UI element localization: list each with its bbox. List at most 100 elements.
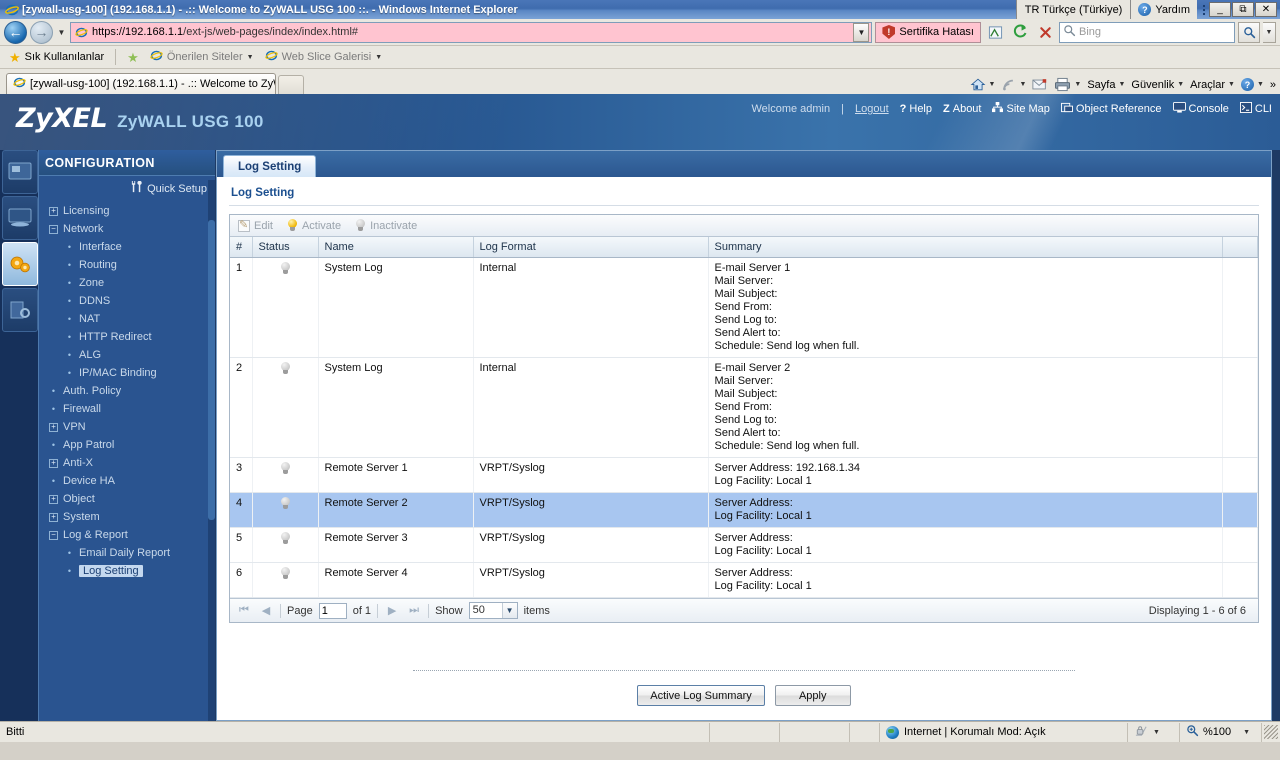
topnav-about[interactable]: Z About <box>943 103 981 115</box>
compatibility-view-icon[interactable] <box>984 22 1006 43</box>
topnav-help[interactable]: ? Help <box>900 103 932 115</box>
topnav-cli[interactable]: CLI <box>1239 102 1272 116</box>
help-menu-button[interactable]: ? ▼ <box>1240 78 1264 91</box>
cell-status[interactable] <box>252 357 319 458</box>
search-go-button[interactable] <box>1238 21 1260 43</box>
bullet-icon[interactable]: • <box>49 440 58 450</box>
bullet-icon[interactable]: • <box>65 242 74 252</box>
menu-guvenlik[interactable]: Güvenlik ▼ <box>1131 79 1184 91</box>
expand-plus-icon[interactable]: + <box>49 422 58 432</box>
recent-pages-dropdown-icon[interactable]: ▼ <box>56 28 67 37</box>
bullet-icon[interactable]: • <box>65 332 74 342</box>
sidebar-item-app-patrol[interactable]: • App Patrol <box>39 436 215 454</box>
minimize-button[interactable]: _ <box>1209 2 1231 17</box>
resize-grip[interactable] <box>1264 725 1278 739</box>
page-number-input[interactable]: 1 <box>318 602 347 619</box>
home-button[interactable]: ▼ <box>970 77 995 92</box>
zoom-cell[interactable]: %100 ▼ <box>1180 722 1262 742</box>
expand-plus-icon[interactable]: + <box>49 512 58 522</box>
last-page-button[interactable]: ⏭ <box>406 604 422 617</box>
language-indicator[interactable]: TR Türkçe (Türkiye) <box>1015 0 1131 19</box>
column-header-log-format[interactable]: Log Format <box>473 237 709 258</box>
search-input[interactable]: Bing <box>1059 21 1235 43</box>
sidebar-item-device-ha[interactable]: • Device HA <box>39 472 215 490</box>
bullet-icon[interactable]: • <box>49 404 58 414</box>
sidebar-item-licensing[interactable]: + Licensing <box>39 202 215 220</box>
back-button[interactable]: ← <box>4 20 27 44</box>
rail-monitor-button[interactable] <box>2 196 38 240</box>
mail-button[interactable] <box>1032 78 1048 91</box>
url-dropdown-icon[interactable]: ▼ <box>853 22 870 42</box>
menu-araclar[interactable]: Araçlar ▼ <box>1190 79 1235 91</box>
bullet-icon[interactable]: • <box>65 296 74 306</box>
help-button[interactable]: ? Yardım <box>1130 0 1197 19</box>
sidebar-item-http-redirect[interactable]: • HTTP Redirect <box>39 328 215 346</box>
protected-mode-cell[interactable]: ▼ <box>1128 722 1180 742</box>
inactivate-button[interactable]: Inactivate <box>355 219 417 232</box>
expand-plus-icon[interactable]: + <box>49 458 58 468</box>
sidebar-item-zone[interactable]: • Zone <box>39 274 215 292</box>
quick-setup-button[interactable]: Quick Setup <box>39 176 215 202</box>
sidebar-item-object[interactable]: + Object <box>39 490 215 508</box>
new-tab-button[interactable] <box>278 75 304 94</box>
sidebar-item-network[interactable]: − Network <box>39 220 215 238</box>
sidebar-scrollbar[interactable] <box>208 180 215 721</box>
sidebar-item-auth-policy[interactable]: • Auth. Policy <box>39 382 215 400</box>
sidebar-item-firewall[interactable]: • Firewall <box>39 400 215 418</box>
bullet-icon[interactable]: • <box>65 566 74 576</box>
column-header-num[interactable]: # <box>230 237 253 258</box>
sidebar-item-vpn[interactable]: + VPN <box>39 418 215 436</box>
sidebar-item-ip-mac-binding[interactable]: • IP/MAC Binding <box>39 364 215 382</box>
sidebar-item-log-report[interactable]: − Log & Report <box>39 526 215 544</box>
table-row[interactable]: 2 System Log Internal E-mail Server 2 Mail S… <box>230 357 1258 458</box>
next-page-button[interactable]: ▶ <box>384 604 400 617</box>
topnav-site-map[interactable]: Site Map <box>992 102 1050 116</box>
sidebar-item-interface[interactable]: • Interface <box>39 238 215 256</box>
bullet-icon[interactable]: • <box>65 278 74 288</box>
refresh-icon[interactable] <box>1009 22 1031 43</box>
cell-status[interactable] <box>252 527 319 563</box>
expand-plus-icon[interactable]: + <box>49 206 58 216</box>
bullet-icon[interactable]: • <box>65 350 74 360</box>
search-provider-dropdown-icon[interactable]: ▼ <box>1263 21 1276 43</box>
feeds-button[interactable]: ▼ <box>1001 78 1026 92</box>
sidebar-item-anti-x[interactable]: + Anti-X <box>39 454 215 472</box>
activate-button[interactable]: Activate <box>287 219 341 232</box>
sidebar-item-email-daily-report[interactable]: • Email Daily Report <box>39 544 215 562</box>
topnav-object-reference[interactable]: Object Reference <box>1060 102 1162 116</box>
topnav-console[interactable]: Console <box>1172 102 1229 116</box>
sidebar-item-system[interactable]: + System <box>39 508 215 526</box>
url-bar[interactable]: https://192.168.1.1/ext-js/web-pages/ind… <box>70 21 873 43</box>
add-to-favorites-button[interactable]: ★ <box>124 50 142 65</box>
table-row[interactable]: 4 Remote Server 2 VRPT/Syslog Server Addres… <box>230 492 1258 528</box>
bullet-icon[interactable]: • <box>65 368 74 378</box>
apply-button[interactable]: Apply <box>774 685 851 706</box>
column-header-name[interactable]: Name <box>318 237 474 258</box>
page-size-select[interactable]: 50 ▼ <box>468 602 518 619</box>
first-page-button[interactable]: ⏮ <box>236 604 252 617</box>
collapse-minus-icon[interactable]: − <box>49 530 58 540</box>
close-button[interactable]: ✕ <box>1255 2 1277 17</box>
cell-status[interactable] <box>252 257 319 358</box>
table-row[interactable]: 3 Remote Server 1 VRPT/Syslog Server Addres… <box>230 457 1258 493</box>
suggested-sites-button[interactable]: Önerilen Siteler ▼ <box>147 48 257 66</box>
rail-configuration-button[interactable] <box>2 242 38 286</box>
forward-button[interactable]: → <box>30 20 53 44</box>
restore-button[interactable]: ⧉ <box>1232 2 1254 17</box>
cell-status[interactable] <box>252 562 319 598</box>
tab-log-setting[interactable]: Log Setting <box>223 155 317 177</box>
cell-status[interactable] <box>252 457 319 493</box>
stop-icon[interactable] <box>1034 22 1056 43</box>
certificate-error-badge[interactable]: ! Sertifika Hatası <box>875 21 981 43</box>
sidebar-scrollbar-thumb[interactable] <box>208 220 215 520</box>
bullet-icon[interactable]: • <box>65 260 74 270</box>
table-row[interactable]: 5 Remote Server 3 VRPT/Syslog Server Addres… <box>230 527 1258 563</box>
sidebar-item-log-setting[interactable]: • Log Setting <box>39 562 215 580</box>
favorites-button[interactable]: ★ Sık Kullanılanlar <box>6 50 107 65</box>
cell-status[interactable] <box>252 492 319 528</box>
table-row[interactable]: 1 System Log Internal E-mail Server 1 Mail S… <box>230 257 1258 358</box>
rail-maintenance-button[interactable] <box>2 288 38 332</box>
column-header-status[interactable]: Status <box>252 237 319 258</box>
bullet-icon[interactable]: • <box>65 314 74 324</box>
browser-tab-zywall[interactable]: [zywall-usg-100] (192.168.1.1) - .:: Wel… <box>6 73 276 94</box>
